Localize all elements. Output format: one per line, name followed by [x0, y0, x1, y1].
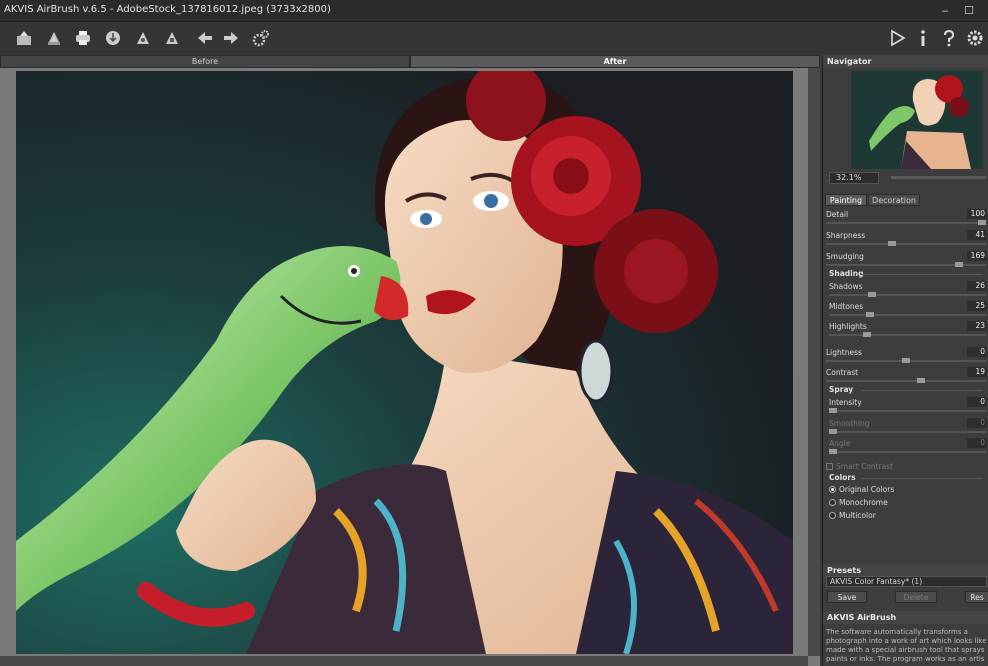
- title-bar: AKVIS AirBrush v.6.5 - AdobeStock_137816…: [0, 0, 988, 22]
- smoothing-slider[interactable]: [829, 431, 986, 433]
- painted-image[interactable]: [16, 71, 793, 654]
- radio-multicolor[interactable]: Multicolor: [829, 511, 876, 520]
- sharpness-value[interactable]: 41: [967, 230, 987, 240]
- lightness-value[interactable]: 0: [967, 347, 987, 357]
- shadows-slider[interactable]: [829, 294, 986, 296]
- highlights-value[interactable]: 23: [967, 321, 987, 331]
- param-smoothing: Smoothing 0: [823, 418, 988, 438]
- zoom-slider[interactable]: [891, 176, 986, 179]
- param-smudging: Smudging 169: [823, 251, 988, 271]
- tab-decoration[interactable]: Decoration: [868, 194, 920, 206]
- angle-slider[interactable]: [829, 451, 986, 453]
- run-icon[interactable]: [885, 26, 909, 50]
- param-sharpness: Sharpness 41: [823, 230, 988, 250]
- app-window: AKVIS AirBrush v.6.5 - AdobeStock_137816…: [0, 0, 988, 666]
- tab-painting[interactable]: Painting: [825, 194, 867, 206]
- settings-panel: Navigator 32.1% Painting Decoration Deta…: [822, 55, 988, 666]
- spray-divider: [861, 390, 983, 391]
- shading-group-title: Shading: [829, 269, 864, 278]
- param-contrast: Contrast 19: [823, 367, 988, 387]
- shading-divider: [861, 274, 983, 275]
- help-icon[interactable]: [937, 26, 961, 50]
- param-lightness: Lightness 0: [823, 347, 988, 367]
- view-tabs: Before After: [0, 55, 820, 68]
- detail-slider-knob[interactable]: [978, 220, 986, 225]
- navigator-thumbnail[interactable]: [851, 71, 983, 169]
- tab-after[interactable]: After: [410, 55, 820, 68]
- intensity-slider[interactable]: [829, 410, 986, 412]
- save-preset-button[interactable]: Save: [827, 591, 867, 603]
- window-title: AKVIS AirBrush v.6.5 - AdobeStock_137816…: [4, 4, 331, 15]
- param-angle: Angle 0: [823, 438, 988, 458]
- sharpness-slider-knob[interactable]: [888, 241, 897, 246]
- batch-icon[interactable]: [131, 26, 155, 50]
- param-highlights: Highlights 23: [823, 321, 988, 341]
- angle-value[interactable]: 0: [967, 438, 987, 448]
- navigator: Navigator 32.1%: [823, 55, 988, 189]
- contrast-value[interactable]: 19: [967, 367, 987, 377]
- radio-original-colors[interactable]: Original Colors: [829, 485, 894, 494]
- zoom-select[interactable]: 32.1%: [829, 172, 879, 184]
- sharpness-slider[interactable]: [826, 243, 986, 245]
- colors-group-title: Colors: [829, 473, 856, 482]
- minimize-button[interactable]: ‒: [938, 3, 952, 17]
- param-midtones: Midtones 25: [823, 301, 988, 321]
- smart-contrast-checkbox[interactable]: Smart Contrast: [826, 462, 893, 471]
- panel-tabs: Painting Decoration: [823, 194, 988, 206]
- param-intensity: Intensity 0: [823, 397, 988, 417]
- toolbar: [0, 22, 988, 54]
- detail-slider[interactable]: [826, 222, 986, 224]
- radio-icon: [829, 499, 836, 506]
- colors-divider: [861, 478, 983, 479]
- smudging-value[interactable]: 169: [967, 251, 987, 261]
- smoothing-slider-knob[interactable]: [829, 429, 837, 434]
- save-icon[interactable]: [42, 26, 66, 50]
- info-icon[interactable]: [911, 26, 935, 50]
- checkbox-icon: [826, 463, 833, 470]
- highlights-slider[interactable]: [829, 334, 986, 336]
- navigator-title: Navigator: [823, 55, 988, 68]
- param-detail: Detail 100: [823, 209, 988, 229]
- reset-preset-button[interactable]: Res: [965, 591, 988, 603]
- shadows-value[interactable]: 26: [967, 281, 987, 291]
- share-icon[interactable]: [101, 26, 125, 50]
- horizontal-scrollbar[interactable]: [0, 656, 808, 666]
- plugin-icon[interactable]: [160, 26, 184, 50]
- radio-monochrome[interactable]: Monochrome: [829, 498, 888, 507]
- midtones-slider[interactable]: [829, 314, 986, 316]
- print-icon[interactable]: [71, 26, 95, 50]
- presets-select[interactable]: AKVIS Color Fantasy* (1): [826, 576, 987, 587]
- delete-preset-button[interactable]: Delete: [895, 591, 937, 603]
- midtones-slider-knob[interactable]: [866, 312, 875, 317]
- contrast-slider[interactable]: [826, 380, 986, 382]
- smoothing-value[interactable]: 0: [967, 418, 987, 428]
- image-area: [0, 68, 820, 666]
- spray-group-title: Spray: [829, 385, 854, 394]
- midtones-value[interactable]: 25: [967, 301, 987, 311]
- highlights-slider-knob[interactable]: [863, 332, 872, 337]
- lightness-slider-knob[interactable]: [902, 358, 910, 363]
- detail-value[interactable]: 100: [967, 209, 987, 219]
- intensity-value[interactable]: 0: [967, 397, 987, 407]
- contrast-slider-knob[interactable]: [917, 378, 926, 383]
- undo-icon[interactable]: [193, 26, 217, 50]
- intensity-slider-knob[interactable]: [829, 408, 837, 413]
- radio-icon: [829, 512, 836, 519]
- about-title: AKVIS AirBrush: [823, 611, 988, 624]
- shadows-slider-knob[interactable]: [867, 292, 876, 297]
- radio-selected-icon: [829, 486, 836, 493]
- tab-before[interactable]: Before: [0, 55, 410, 68]
- redo-icon[interactable]: [219, 26, 243, 50]
- param-shadows: Shadows 26: [823, 281, 988, 301]
- about-text: The software automatically transforms a …: [826, 628, 987, 663]
- smudging-slider-knob[interactable]: [955, 262, 964, 267]
- settings-gear-icon[interactable]: [249, 26, 273, 50]
- angle-slider-knob[interactable]: [829, 449, 837, 454]
- maximize-button[interactable]: ☐: [962, 3, 976, 17]
- vertical-scrollbar[interactable]: [808, 68, 820, 656]
- open-icon[interactable]: [12, 26, 36, 50]
- preferences-icon[interactable]: [963, 26, 987, 50]
